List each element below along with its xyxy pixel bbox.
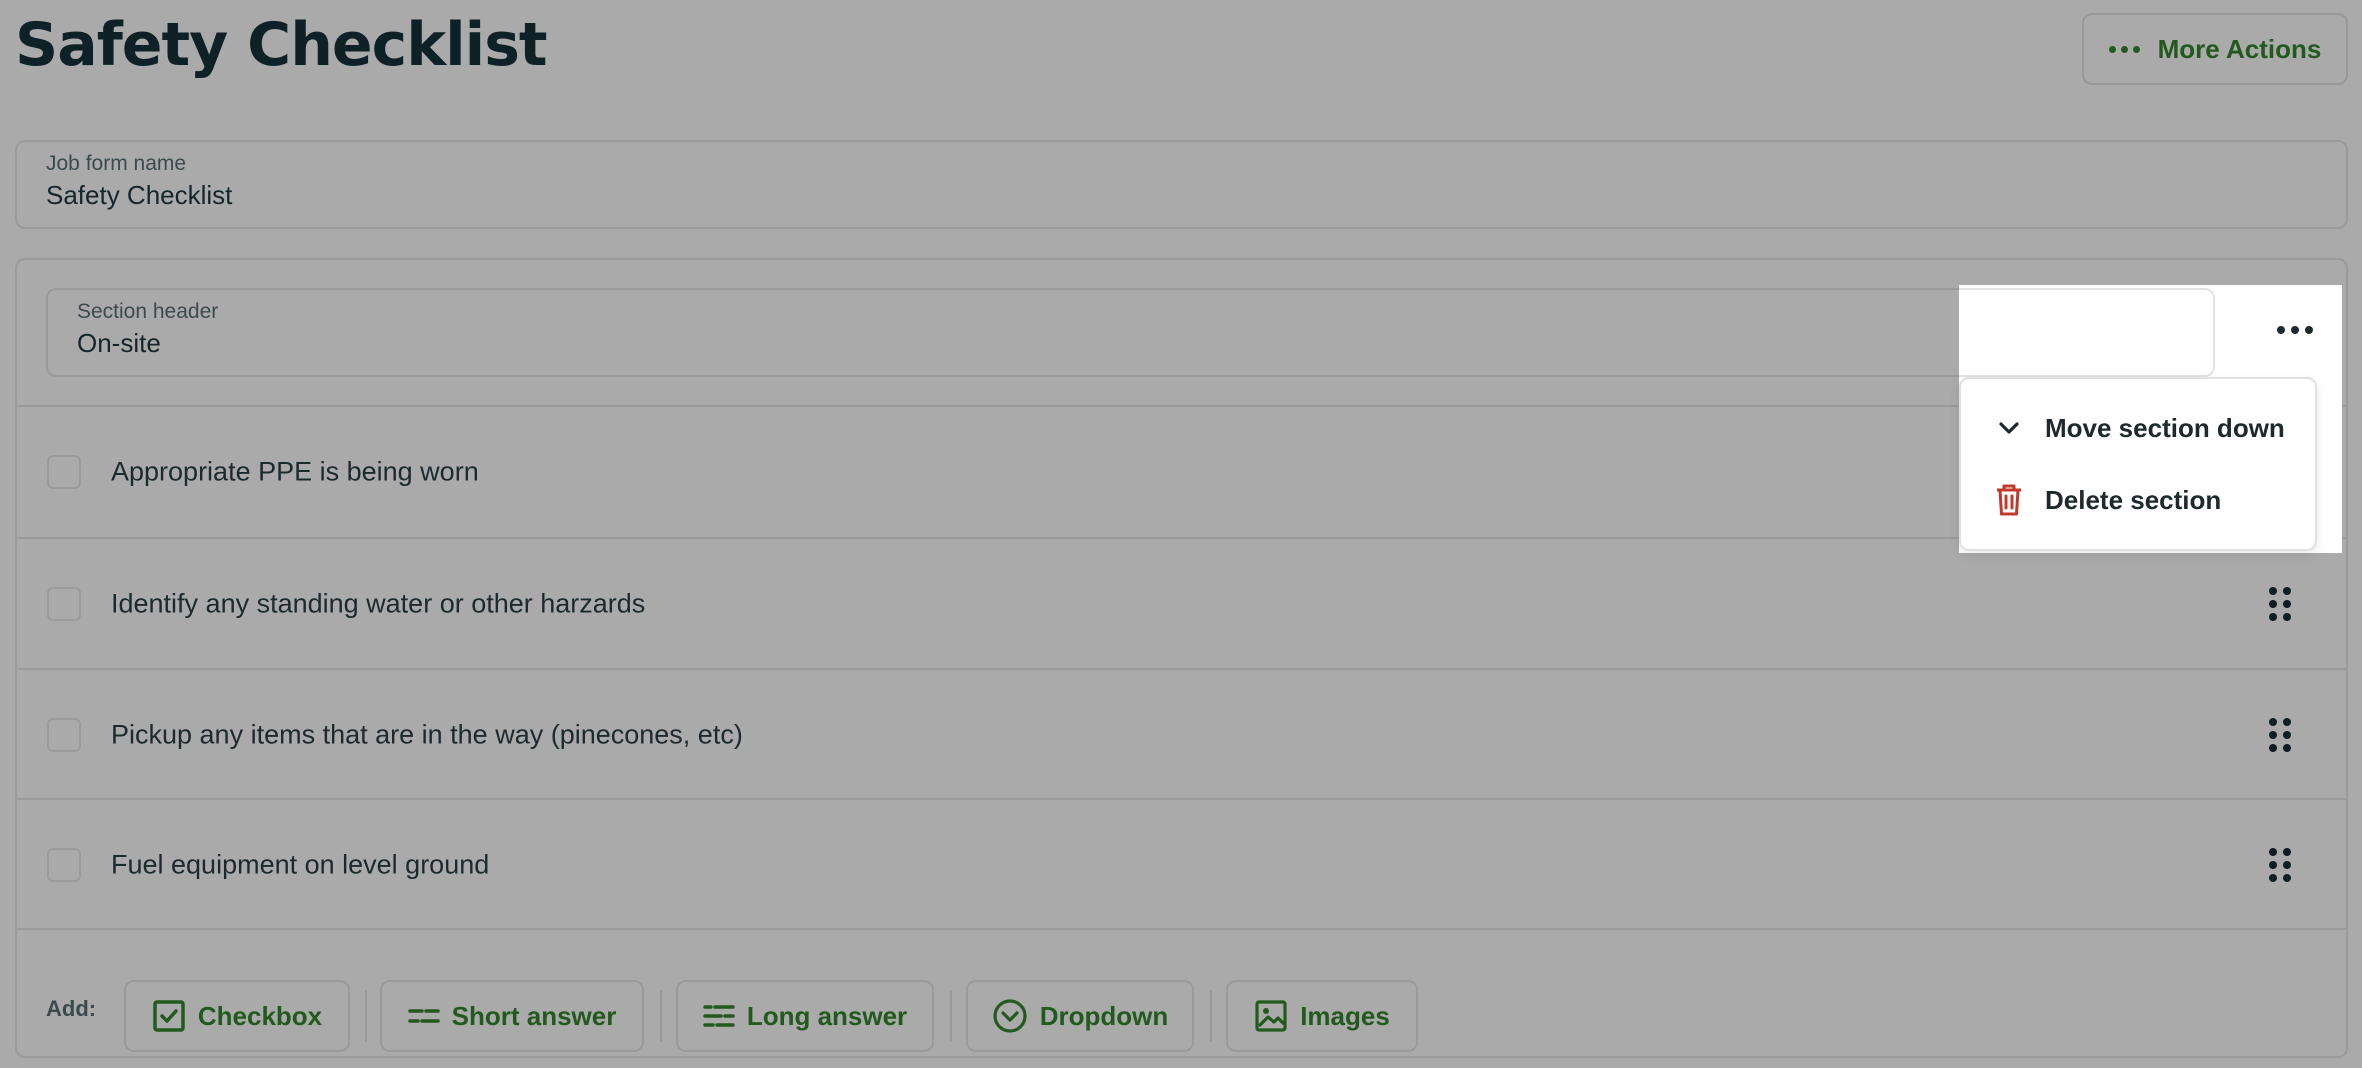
- separator: [660, 990, 662, 1042]
- checklist-item-label[interactable]: Fuel equipment on level ground: [111, 850, 489, 881]
- job-form-name-input[interactable]: Safety Checklist: [46, 180, 232, 211]
- checkbox-icon: [153, 1000, 185, 1032]
- image-icon: [1255, 1000, 1287, 1032]
- page-title: Safety Checklist: [15, 10, 548, 80]
- checklist-item-label[interactable]: Appropriate PPE is being worn: [111, 457, 479, 488]
- add-label: Add:: [46, 996, 97, 1021]
- add-long-answer-label: Long answer: [746, 1000, 908, 1031]
- long-answer-icon: [703, 1005, 735, 1027]
- checkbox[interactable]: [47, 455, 81, 489]
- trash-icon: [1997, 484, 2021, 516]
- add-field-bar: Add: Checkbox Short answer Long answer D…: [17, 960, 2346, 1058]
- checklist-item: Fuel equipment on level ground: [17, 800, 2346, 930]
- section-header-input[interactable]: On-site: [77, 328, 161, 359]
- add-checkbox-label: Checkbox: [197, 1000, 323, 1031]
- section-header-field[interactable]: Section header On-site: [46, 288, 2216, 377]
- add-long-answer-button[interactable]: Long answer: [676, 980, 934, 1052]
- separator: [950, 990, 952, 1042]
- job-form-name-label: Job form name: [46, 152, 187, 175]
- section-options-menu: Move section down Delete section: [1959, 377, 2317, 551]
- add-short-answer-button[interactable]: Short answer: [380, 980, 644, 1052]
- move-section-down-label: Move section down: [2045, 412, 2285, 443]
- short-answer-icon: [407, 1009, 440, 1023]
- drag-handle-icon[interactable]: [2269, 718, 2291, 752]
- add-checkbox-button[interactable]: Checkbox: [124, 980, 350, 1052]
- section-header-field-edge: [1959, 288, 2215, 377]
- move-section-down-item[interactable]: Move section down: [1961, 397, 2315, 459]
- section-header-label: Section header: [77, 300, 219, 323]
- dropdown-icon: [993, 999, 1027, 1033]
- delete-section-item[interactable]: Delete section: [1961, 469, 2315, 531]
- checklist-item: Pickup any items that are in the way (pi…: [17, 670, 2346, 800]
- checklist-item: Identify any standing water or other har…: [17, 539, 2346, 669]
- checklist-item-label[interactable]: Pickup any items that are in the way (pi…: [111, 720, 743, 751]
- add-dropdown-label: Dropdown: [1039, 1000, 1169, 1031]
- delete-section-label: Delete section: [2045, 484, 2222, 515]
- more-actions-button[interactable]: More Actions: [2082, 13, 2348, 85]
- drag-handle-icon[interactable]: [2269, 587, 2291, 621]
- checkbox[interactable]: [47, 848, 81, 882]
- separator: [365, 990, 367, 1042]
- add-images-label: Images: [1300, 1000, 1390, 1031]
- chevron-down-icon: [1999, 422, 2019, 434]
- job-form-name-field[interactable]: Job form name Safety Checklist: [15, 140, 2348, 229]
- add-dropdown-button[interactable]: Dropdown: [966, 980, 1194, 1052]
- section-options-button[interactable]: [2265, 305, 2325, 355]
- more-horizontal-icon: [2108, 45, 2140, 53]
- more-actions-label: More Actions: [2157, 33, 2322, 64]
- checklist-item-label[interactable]: Identify any standing water or other har…: [111, 589, 645, 620]
- divider: [17, 928, 2346, 930]
- checkbox[interactable]: [47, 718, 81, 752]
- checkbox[interactable]: [47, 587, 81, 621]
- add-short-answer-label: Short answer: [451, 1000, 617, 1031]
- add-images-button[interactable]: Images: [1226, 980, 1418, 1052]
- separator: [1210, 990, 1212, 1042]
- drag-handle-icon[interactable]: [2269, 848, 2291, 882]
